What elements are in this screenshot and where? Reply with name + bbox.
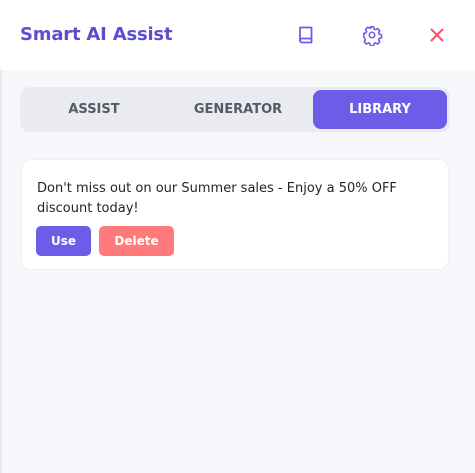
app-title: Smart AI Assist [20,24,173,45]
delete-button[interactable]: Delete [99,226,174,256]
window-edge [0,0,2,473]
tab-bar: ASSIST GENERATOR LIBRARY [20,87,450,132]
tab-library[interactable]: LIBRARY [313,90,447,129]
header: Smart AI Assist [0,0,475,70]
library-item-text: Don't miss out on our Summer sales - Enj… [37,181,397,216]
use-button[interactable]: Use [36,226,91,256]
tab-assist[interactable]: ASSIST [23,90,165,129]
close-icon[interactable] [424,22,450,48]
gear-icon[interactable] [359,22,385,48]
tab-generator[interactable]: GENERATOR [165,90,311,129]
book-icon[interactable] [293,22,319,48]
library-item-card: Don't miss out on our Summer sales - Enj… [21,159,449,270]
